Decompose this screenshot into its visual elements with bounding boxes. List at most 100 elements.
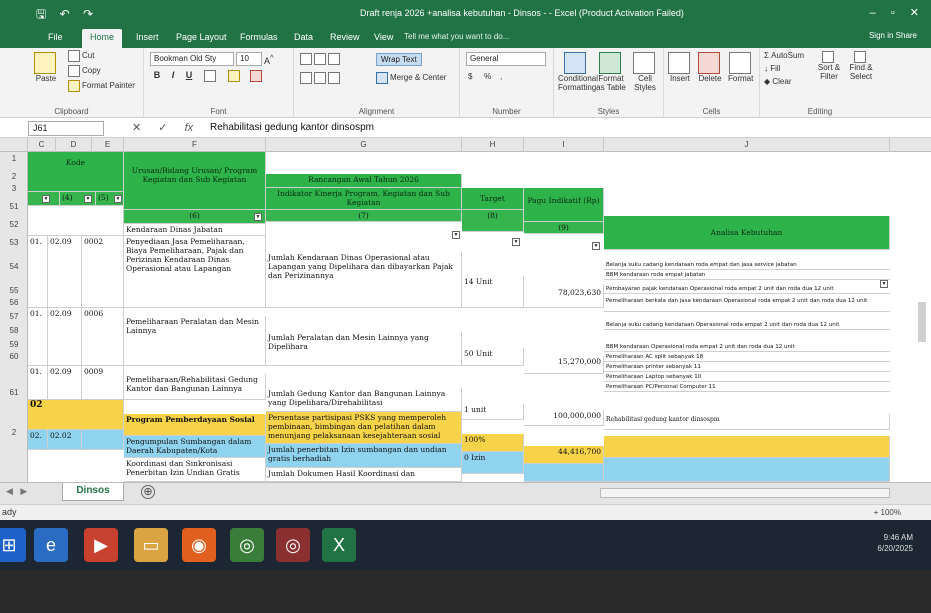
row-header[interactable]: 57 <box>0 312 28 321</box>
table-cell[interactable]: 50 Unit <box>462 348 524 366</box>
clock-time[interactable]: 9:46 AM <box>884 533 913 542</box>
insert-cells-button[interactable]: Insert <box>668 52 692 83</box>
column-header-h[interactable]: H <box>462 138 524 152</box>
underline-button[interactable]: U <box>182 70 196 83</box>
row-header[interactable]: 2 <box>0 172 28 181</box>
table-cell[interactable]: 02.02 <box>48 430 82 450</box>
delete-cells-button[interactable]: Delete <box>698 52 722 83</box>
analisa-note[interactable]: BBM kendaraan Operasional roda empat 2 u… <box>604 344 890 352</box>
row-header[interactable]: 56 <box>0 298 28 307</box>
header-pagu[interactable]: Pagu Indikatif (Rp) <box>524 188 604 222</box>
row-header[interactable]: 3 <box>0 184 28 193</box>
filter-dropdown-icon[interactable]: ▼ <box>592 242 600 250</box>
italic-button[interactable]: I <box>166 70 180 83</box>
column-header-i[interactable]: I <box>524 138 604 152</box>
cut-button[interactable]: Cut <box>68 50 94 62</box>
tab-home[interactable]: Home <box>82 29 123 48</box>
table-cell[interactable]: 02.09 <box>48 366 82 400</box>
paste-button[interactable]: Paste <box>34 52 58 83</box>
minimize-icon[interactable]: – <box>870 7 876 19</box>
tab-page-layout[interactable]: Page Layout <box>168 29 235 48</box>
font-size-dropdown[interactable]: 10 <box>236 52 262 66</box>
chrome-profile-icon[interactable]: ◎ <box>276 528 310 562</box>
table-cell[interactable]: 02 <box>28 400 124 430</box>
format-as-table-button[interactable]: Format as Table <box>596 52 626 92</box>
table-cell[interactable]: 0009 <box>82 366 124 400</box>
zoom-control[interactable]: + 100% <box>874 508 901 517</box>
chrome-icon[interactable]: ◎ <box>230 528 264 562</box>
horizontal-scrollbar[interactable] <box>600 488 890 498</box>
filter-dropdown-icon[interactable]: ▼ <box>114 195 122 203</box>
analisa-note[interactable]: Belanja suku cadang kendaraan roda empat… <box>604 262 890 270</box>
fx-icon[interactable]: fx <box>185 122 194 134</box>
currency-button[interactable]: $ <box>468 72 472 81</box>
table-cell[interactable]: 44,416,700 <box>524 446 604 464</box>
comma-button[interactable]: , <box>500 72 502 81</box>
format-painter-button[interactable]: Format Painter <box>68 80 135 92</box>
header-target[interactable]: Target <box>462 188 524 210</box>
table-cell[interactable] <box>28 206 124 236</box>
font-color-icon[interactable] <box>250 70 264 82</box>
column-header-e[interactable]: E <box>92 138 124 152</box>
analisa-note[interactable]: Belanja suku cadang kendaraan Operasiona… <box>604 322 890 330</box>
clear-button[interactable]: ◆ Clear <box>764 77 792 86</box>
filter-dropdown-icon[interactable]: ▼ <box>512 238 520 246</box>
table-cell[interactable]: Koordinasi dan Sinkronisasi Penerbitan I… <box>124 458 266 482</box>
row-header[interactable]: 59 <box>0 340 28 349</box>
column-header-j[interactable]: J <box>604 138 890 152</box>
tab-review[interactable]: Review <box>322 29 368 48</box>
table-cell[interactable] <box>82 430 124 450</box>
font-grow-icon[interactable]: A^ <box>264 53 274 66</box>
row-header[interactable]: 58 <box>0 326 28 335</box>
table-cell[interactable]: 02. <box>28 430 48 450</box>
row-header[interactable]: 61 <box>0 388 28 397</box>
table-cell[interactable]: Jumlah Dokumen Hasil Koordinasi dan <box>266 468 462 482</box>
table-cell[interactable]: Penyediaan Jasa Pemeliharaan, Biaya Peme… <box>124 236 266 308</box>
format-cells-button[interactable]: Format <box>728 52 753 83</box>
table-cell[interactable]: 02.09 <box>48 236 82 308</box>
percent-button[interactable]: % <box>484 72 491 81</box>
cell-styles-button[interactable]: Cell Styles <box>630 52 660 92</box>
tab-file[interactable]: File <box>40 29 71 48</box>
table-cell[interactable]: Kendaraan Dinas Jabatan <box>124 224 266 236</box>
table-cell[interactable]: 0006 <box>82 308 124 366</box>
filter-dropdown-icon[interactable]: ▼ <box>452 231 460 239</box>
table-cell[interactable]: 100,000,000 <box>524 410 604 426</box>
sort-filter-button[interactable]: Sort & Filter <box>814 51 844 81</box>
internet-explorer-icon[interactable]: e <box>34 528 68 562</box>
row-header[interactable]: 55 <box>0 286 28 295</box>
row-header[interactable]: 60 <box>0 352 28 361</box>
sign-in-share[interactable]: Sign in Share <box>869 31 917 40</box>
table-cell[interactable]: 01. <box>28 308 48 366</box>
column-header-g[interactable]: G <box>266 138 462 152</box>
analisa-note[interactable]: Pembayaran pajak kendaraan Operasional r… <box>604 286 890 294</box>
clock-date[interactable]: 6/20/2025 <box>877 544 913 553</box>
table-cell[interactable]: Jumlah Kendaraan Dinas Operasional atau … <box>266 252 462 308</box>
table-cell[interactable]: 1 unit <box>462 404 524 420</box>
number-format-dropdown[interactable]: General <box>466 52 546 66</box>
restore-icon[interactable]: ▫ <box>891 7 895 19</box>
column-header-d[interactable]: D <box>56 138 92 152</box>
table-cell[interactable]: 0 Izin <box>462 452 524 474</box>
excel-icon[interactable]: X <box>322 528 356 562</box>
row-header[interactable]: 54 <box>0 262 28 271</box>
autosum-button[interactable]: Σ AutoSum <box>764 51 804 60</box>
conditional-formatting-button[interactable]: Conditional Formatting <box>558 52 598 92</box>
selected-cell-j61[interactable]: Rehabilitasi gedung kantor dinsospm <box>604 414 890 430</box>
table-cell[interactable]: Jumlah Gedung Kantor dan Bangunan Lainny… <box>266 388 462 412</box>
table-cell[interactable]: 15,270,000 <box>524 356 604 374</box>
table-cell[interactable]: 01. <box>28 366 48 400</box>
row-header[interactable]: 2 <box>0 428 28 437</box>
redo-icon[interactable]: ↷ <box>83 7 93 21</box>
media-player-icon[interactable]: ▶ <box>84 528 118 562</box>
sheet-nav-arrows[interactable]: ◀ ▶ <box>6 486 27 497</box>
analisa-note[interactable]: BBM kendaraan roda empat jabatan <box>604 272 890 280</box>
borders-icon[interactable] <box>204 70 218 82</box>
close-icon[interactable]: ✕ <box>910 7 919 19</box>
merge-center-button[interactable]: Merge & Center <box>376 72 446 84</box>
filter-dropdown-icon[interactable]: ▼ <box>42 195 50 203</box>
table-cell[interactable] <box>604 436 890 458</box>
bold-button[interactable]: B <box>150 70 164 83</box>
cancel-icon[interactable]: ✕ <box>132 122 141 134</box>
table-cell[interactable]: Pemeliharaan/Rehabilitasi Gedung Kantor … <box>124 374 266 400</box>
